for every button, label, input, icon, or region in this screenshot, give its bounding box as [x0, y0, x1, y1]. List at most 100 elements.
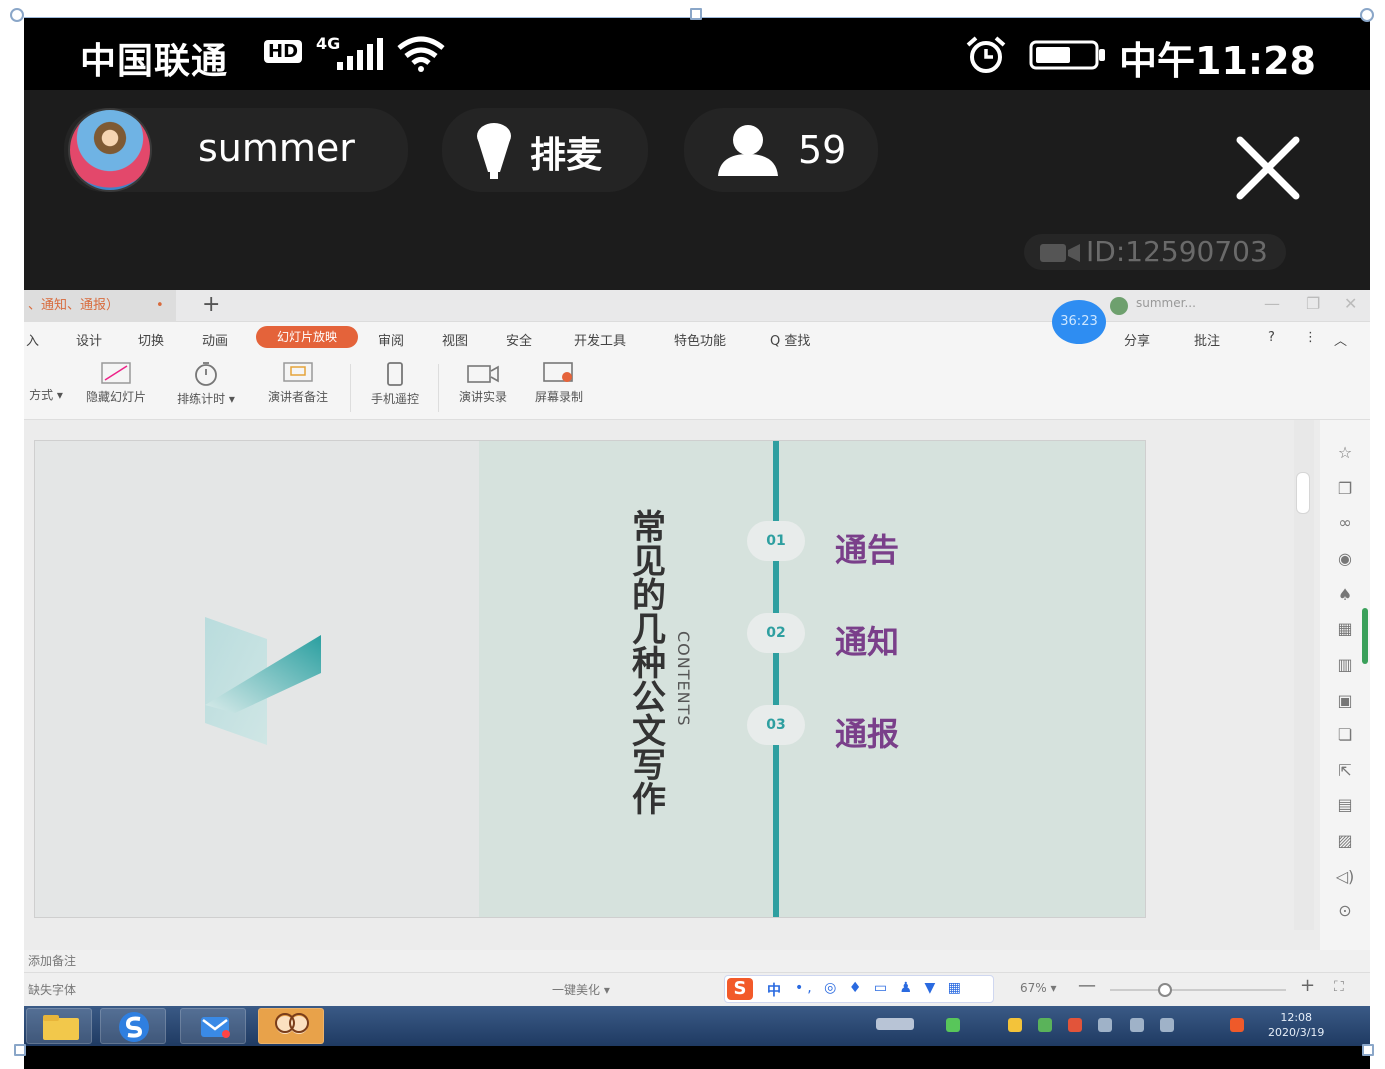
tray-security-icon[interactable] — [1008, 1018, 1022, 1032]
vertical-scrollbar[interactable] — [1294, 420, 1314, 930]
menu-design[interactable]: 设计 — [76, 330, 102, 349]
zoom-level[interactable]: 67% ▾ — [1020, 981, 1057, 995]
ribbon-rehearse-timing[interactable]: 排练计时 ▾ — [168, 356, 244, 420]
resize-handle-top[interactable] — [690, 8, 702, 20]
maximize-button[interactable]: ❐ — [1306, 294, 1320, 313]
stopwatch-icon — [195, 362, 217, 386]
ribbon-setup-mode[interactable]: 方式 ▾ — [26, 356, 66, 420]
menu-comment[interactable]: 批注 — [1194, 330, 1220, 349]
layers-icon[interactable]: ❏ — [1334, 724, 1356, 746]
browser-icon — [119, 1012, 149, 1042]
zoom-slider-knob[interactable] — [1158, 983, 1172, 997]
one-click-beautify-button[interactable]: 一键美化 ▾ — [552, 981, 610, 998]
link-icon[interactable]: ∞ — [1334, 512, 1356, 534]
photo-icon[interactable]: ▨ — [1334, 830, 1356, 852]
ime-tools[interactable]: •, ◎ ♦ ▭ ♟ ▼ ▦ — [795, 980, 965, 996]
resize-handle-top-right[interactable] — [1360, 8, 1374, 22]
taskbar-chat-app[interactable] — [258, 1008, 324, 1044]
tray-flag-icon[interactable] — [1068, 1018, 1082, 1032]
fit-window-icon[interactable]: ⛶ — [1334, 979, 1344, 995]
location-icon[interactable]: ◉ — [1334, 548, 1356, 570]
speaker-icon[interactable]: ◁) — [1334, 866, 1356, 888]
mic-queue-button[interactable]: 排麦 — [442, 108, 648, 192]
menu-insert[interactable]: 入 — [26, 330, 39, 349]
ribbon-label: 屏幕录制 — [534, 390, 583, 404]
document-tab-close[interactable]: • — [156, 290, 164, 322]
tray-signal-icon[interactable] — [1130, 1018, 1144, 1032]
resize-handle-top-left[interactable] — [10, 8, 24, 22]
window-close-button[interactable]: ✕ — [1344, 294, 1357, 313]
box-icon[interactable]: ▤ — [1334, 794, 1356, 816]
ribbon-screen-record[interactable]: 屏幕录制 — [524, 356, 594, 420]
notes-placeholder: 添加备注 — [28, 954, 77, 968]
taskbar-clock[interactable]: 12:08 2020/3/19 — [1268, 1010, 1324, 1040]
ime-toolbar[interactable]: S 中 •, ◎ ♦ ▭ ♟ ▼ ▦ — [724, 975, 994, 1003]
menu-review[interactable]: 审阅 — [378, 330, 404, 349]
menu-transition[interactable]: 切换 — [138, 330, 164, 349]
more-button[interactable]: ⋮ — [1304, 330, 1317, 345]
avatar[interactable] — [68, 108, 152, 192]
image-icon[interactable]: ▣ — [1334, 690, 1356, 712]
signal-icon — [337, 38, 383, 70]
item-number-3: 03 — [747, 705, 805, 745]
hd-badge: HD — [264, 40, 303, 63]
ime-mode[interactable]: 中 — [767, 980, 781, 1000]
item-label-2: 通知 — [835, 623, 900, 661]
menu-features[interactable]: 特色功能 — [674, 330, 726, 349]
ribbon-record-presentation[interactable]: 演讲实录 — [448, 356, 518, 420]
user-icon — [718, 125, 778, 176]
host-info-pill[interactable]: summer — [64, 108, 408, 192]
menu-view[interactable]: 视图 — [442, 330, 468, 349]
record-dot-icon[interactable]: ⊙ — [1334, 900, 1356, 922]
copy-icon[interactable]: ❐ — [1334, 478, 1356, 500]
recording-timer-bubble[interactable]: 36:23 — [1052, 300, 1106, 344]
menu-animation[interactable]: 动画 — [202, 330, 228, 349]
document-tab[interactable]: 、通知、通报） • — [24, 290, 176, 322]
ribbon-phone-remote[interactable]: 手机遥控 — [360, 356, 430, 420]
current-slide[interactable]: 常见的几种公文写作 CONTENTS 01 通告 02 通知 03 通报 — [34, 440, 1146, 918]
sidebar-scroll-indicator[interactable] — [1362, 608, 1368, 664]
zoom-out-button[interactable]: — — [1078, 975, 1096, 996]
resize-handle-bottom-left[interactable] — [14, 1044, 26, 1056]
zoom-slider-track[interactable] — [1110, 989, 1286, 991]
ribbon-speaker-notes[interactable]: 演讲者备注 — [256, 356, 340, 420]
slide-title: 常见的几种公文写作 — [632, 508, 666, 820]
menu-slideshow[interactable]: 幻灯片放映 — [256, 326, 358, 348]
menu-search[interactable]: Q 查找 — [770, 330, 810, 349]
ribbon-label: 方式 ▾ — [29, 388, 63, 402]
tray-app-icon[interactable] — [946, 1018, 960, 1032]
user-avatar[interactable] — [1110, 297, 1128, 315]
scroll-thumb[interactable] — [1296, 472, 1310, 514]
help-button[interactable]: ? — [1268, 330, 1275, 345]
taskbar-file-explorer[interactable] — [26, 1008, 92, 1044]
viewer-count-pill[interactable]: 59 — [684, 108, 878, 192]
notes-pane[interactable]: 添加备注 — [24, 950, 1370, 972]
star-icon[interactable]: ☆ — [1334, 442, 1356, 464]
menu-developer[interactable]: 开发工具 — [574, 330, 626, 349]
taskbar-mail-app[interactable] — [180, 1008, 246, 1044]
missing-font-indicator[interactable]: 缺失字体 — [28, 981, 76, 998]
export-icon[interactable]: ⇱ — [1334, 760, 1356, 782]
tray-volume-icon[interactable] — [1160, 1018, 1174, 1032]
keyboard-icon[interactable] — [876, 1018, 914, 1030]
sogou-ime-icon[interactable]: S — [727, 978, 753, 1000]
resize-handle-bottom-right[interactable] — [1362, 1044, 1374, 1056]
tray-shield-icon[interactable] — [1038, 1018, 1052, 1032]
chart-icon[interactable]: ▥ — [1334, 654, 1356, 676]
zoom-in-button[interactable]: + — [1300, 975, 1315, 996]
ribbon-hide-slide[interactable]: 隐藏幻灯片 — [76, 356, 156, 420]
minimize-button[interactable]: — — [1264, 294, 1280, 313]
user-name[interactable]: summer... — [1136, 296, 1196, 310]
tray-sogou-icon[interactable] — [1230, 1018, 1244, 1032]
tray-network-icon[interactable] — [1098, 1018, 1112, 1032]
grid-icon[interactable]: ▦ — [1334, 618, 1356, 640]
new-tab-button[interactable]: + — [202, 290, 220, 320]
taskbar-sogou-browser[interactable] — [100, 1008, 166, 1044]
viewer-count: 59 — [798, 128, 847, 172]
close-icon[interactable] — [1232, 132, 1304, 204]
brush-icon[interactable]: ♠ — [1334, 584, 1356, 606]
collapse-ribbon-button[interactable]: ︿ — [1334, 330, 1347, 349]
menu-security[interactable]: 安全 — [506, 330, 532, 349]
menu-share[interactable]: 分享 — [1124, 330, 1150, 349]
video-camera-icon — [1040, 244, 1080, 262]
